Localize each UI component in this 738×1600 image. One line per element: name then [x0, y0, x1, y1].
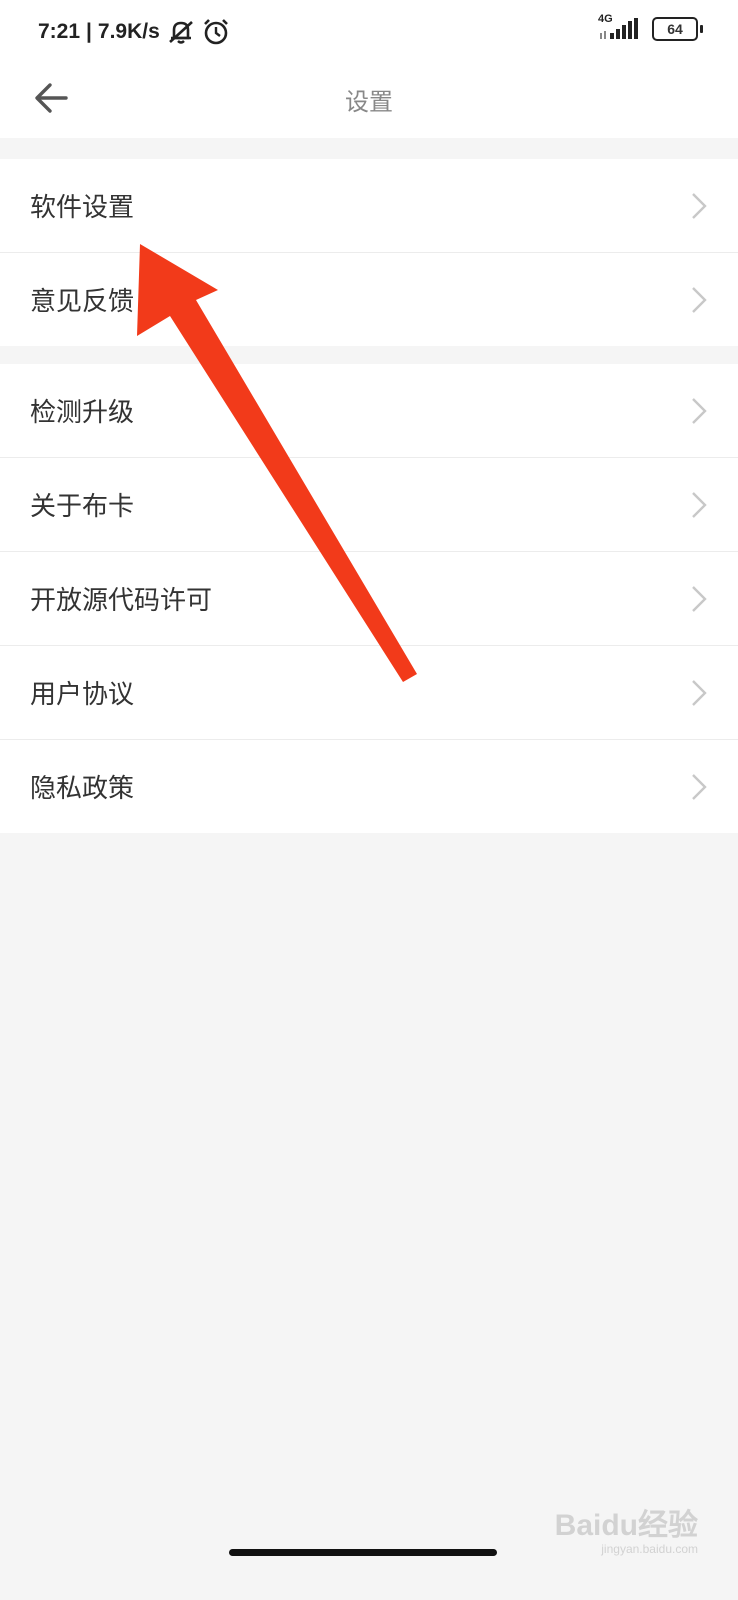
settings-item-about[interactable]: 关于布卡 — [0, 458, 738, 552]
chevron-right-icon — [692, 774, 707, 800]
chevron-right-icon — [692, 398, 707, 424]
settings-item-label: 意见反馈 — [30, 287, 135, 317]
baidu-watermark: Baidu经验 jingyan.baidu.com — [555, 1500, 698, 1556]
chevron-right-icon — [692, 492, 707, 518]
status-right: 4G 64 — [596, 13, 703, 42]
chevron-right-icon — [692, 287, 707, 313]
status-separator: | — [86, 20, 92, 43]
settings-item-software-settings[interactable]: 软件设置 — [0, 159, 738, 253]
settings-item-label: 关于布卡 — [30, 492, 135, 522]
status-time: 7:21 — [38, 20, 81, 43]
settings-item-privacy-policy[interactable]: 隐私政策 — [0, 740, 738, 833]
status-speed: 7.9K/s — [97, 20, 160, 43]
chevron-right-icon — [692, 586, 707, 612]
watermark-brand: Baidu经验 — [554, 1509, 698, 1542]
settings-item-label: 软件设置 — [30, 193, 135, 223]
settings-item-user-agreement[interactable]: 用户协议 — [0, 646, 738, 740]
chevron-right-icon — [692, 680, 707, 706]
home-indicator[interactable] — [229, 1549, 497, 1556]
status-left: 7:21 | 7.9K/s — [38, 18, 230, 46]
watermark-url: jingyan.baidu.com — [601, 1542, 698, 1556]
status-bar: 7:21 | 7.9K/s 4G 64 — [0, 0, 738, 64]
signal-icon: 4G — [596, 13, 642, 42]
settings-item-open-source-licenses[interactable]: 开放源代码许可 — [0, 552, 738, 646]
page-title: 设置 — [345, 88, 393, 116]
settings-group-2: 检测升级 关于布卡 开放源代码许可 用户协议 隐私政策 — [0, 364, 738, 833]
alarm-icon — [203, 19, 228, 45]
settings-item-label: 检测升级 — [30, 398, 135, 428]
settings-item-label: 开放源代码许可 — [30, 586, 213, 616]
chevron-right-icon — [692, 193, 707, 219]
settings-group-1: 软件设置 意见反馈 — [0, 159, 738, 346]
battery-icon: 64 — [652, 17, 703, 41]
settings-item-label: 用户协议 — [30, 680, 135, 710]
top-bar: 设置 — [0, 64, 738, 138]
settings-item-check-update[interactable]: 检测升级 — [0, 364, 738, 458]
settings-item-label: 隐私政策 — [30, 774, 135, 804]
mute-bell-icon — [168, 21, 193, 44]
settings-item-feedback[interactable]: 意见反馈 — [0, 253, 738, 346]
